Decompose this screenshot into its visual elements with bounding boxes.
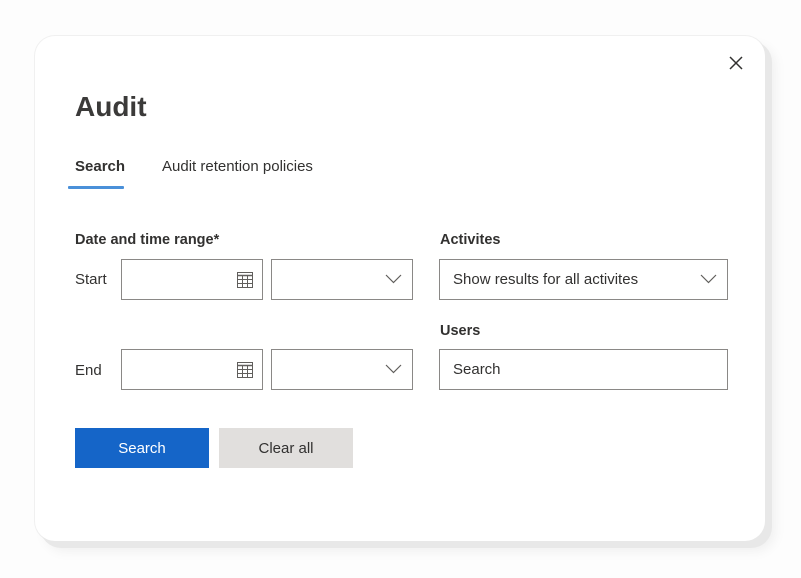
chevron-down-icon xyxy=(385,364,402,374)
start-date-input[interactable] xyxy=(121,259,263,300)
tab-search-label: Search xyxy=(75,158,126,175)
calendar-icon[interactable] xyxy=(237,272,253,288)
activities-value: Show results for all activites xyxy=(453,271,639,288)
clear-all-button[interactable]: Clear all xyxy=(219,428,353,468)
active-tab-indicator xyxy=(68,186,124,189)
start-label: Start xyxy=(75,271,107,288)
tab-retention-label: Audit retention policies xyxy=(162,158,313,175)
users-search-placeholder: Search xyxy=(453,361,501,378)
end-label: End xyxy=(75,362,102,379)
start-time-dropdown[interactable] xyxy=(271,259,413,300)
activities-label: Activites xyxy=(440,232,501,248)
page-title: Audit xyxy=(75,91,147,122)
users-label: Users xyxy=(440,323,481,339)
calendar-icon[interactable] xyxy=(237,362,253,378)
activities-dropdown[interactable]: Show results for all activites xyxy=(439,259,728,300)
end-date-input[interactable] xyxy=(121,349,263,390)
tab-audit-retention-policies[interactable]: Audit retention policies xyxy=(162,158,313,175)
close-icon[interactable] xyxy=(727,54,745,72)
end-time-dropdown[interactable] xyxy=(271,349,413,390)
chevron-down-icon xyxy=(700,274,717,284)
audit-dialog: Audit Search Audit retention policies Da… xyxy=(35,36,765,541)
tab-search[interactable]: Search xyxy=(68,158,126,189)
search-button[interactable]: Search xyxy=(75,428,209,468)
chevron-down-icon xyxy=(385,274,402,284)
date-range-label: Date and time range* xyxy=(75,232,220,248)
users-search-input[interactable]: Search xyxy=(439,349,728,390)
